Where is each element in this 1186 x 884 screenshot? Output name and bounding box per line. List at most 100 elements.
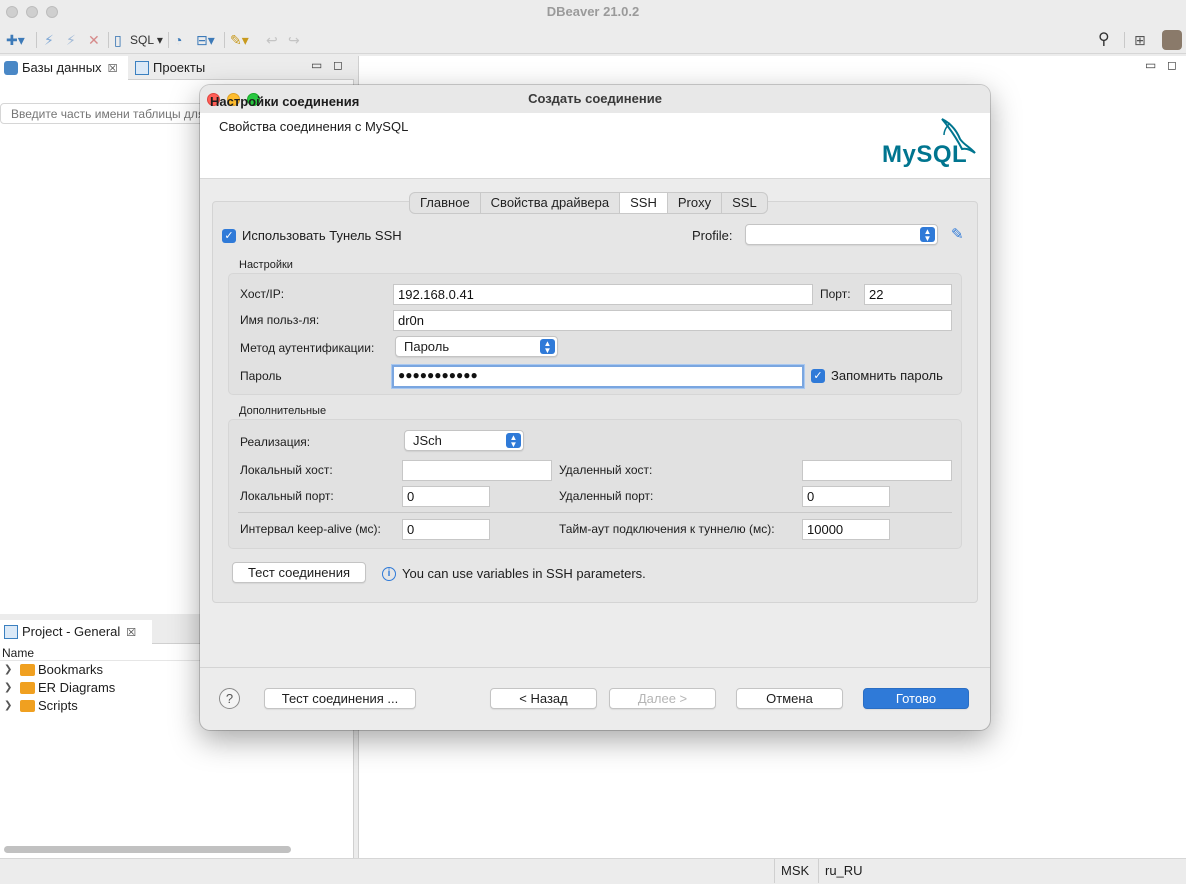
scripts-folder-icon [20,700,35,712]
local-host-input[interactable] [402,460,552,481]
tab-ssl[interactable]: SSL [721,193,767,213]
mysql-logo-text: MySQL [882,141,967,169]
chevron-right-icon[interactable]: ❯ [4,679,12,697]
new-connection-icon[interactable]: ✚▾ [6,31,25,49]
dbeaver-perspective-icon[interactable] [1162,30,1182,50]
remote-port-label: Удаленный порт: [559,489,654,503]
remote-host-label: Удаленный хост: [559,463,653,477]
remember-password-label: Запомнить пароль [831,368,943,383]
maximize-view-icon[interactable]: ◻ [333,58,343,72]
ssh-variables-info: You can use variables in SSH parameters. [402,566,646,581]
auth-method-label: Метод аутентификации: [240,341,375,355]
dashboard-icon[interactable]: ◔ [174,31,182,49]
password-label: Пароль [240,369,282,383]
open-perspective-icon[interactable]: ⊞ [1134,31,1146,49]
tools-icon[interactable]: ✎▾ [230,31,249,49]
use-ssh-tunnel-checkbox[interactable]: ✓ [222,229,236,243]
next-button[interactable]: Далее > [609,688,716,709]
chevron-right-icon[interactable]: ❯ [4,697,12,715]
navigator-tabbar: Базы данных ☒ Проекты ▭ ◻ [0,56,354,80]
use-ssh-tunnel-label: Использовать Тунель SSH [242,228,402,243]
forward-icon[interactable]: ↪ [288,31,300,49]
finish-button[interactable]: Готово [863,688,969,709]
connect-icon[interactable]: ⚡ [44,31,54,49]
settings-group-label: Настройки [239,259,293,271]
back-button[interactable]: < Назад [490,688,597,709]
toolbar-separator [1124,32,1125,48]
sql-button[interactable]: SQL ▾ [130,31,163,49]
chevron-updown-icon: ▲ ▼ [540,339,555,355]
minimize-editor-icon[interactable]: ▭ [1145,58,1156,72]
back-icon[interactable]: ↩ [266,31,278,49]
tab-driver-properties[interactable]: Свойства драйвера [479,193,619,213]
tab-main[interactable]: Главное [410,193,480,213]
create-connection-dialog: Создать соединение Настройки соединения … [200,85,990,730]
password-input[interactable]: ●●●●●●●●●●● [392,365,804,388]
divider [238,512,952,513]
tree-item-label: Scripts [38,698,78,713]
tab-projects-label: Проекты [153,60,206,75]
help-icon[interactable]: ? [219,688,240,709]
database-icon [4,61,18,75]
invalidate-icon[interactable]: ⚡ [66,31,76,49]
remember-password-checkbox[interactable]: ✓ [811,369,825,383]
implementation-value: JSch [413,433,442,448]
chevron-right-icon[interactable]: ❯ [4,661,12,679]
close-icon[interactable]: ☒ [108,63,118,75]
tunnel-timeout-input[interactable]: 10000 [802,519,890,540]
info-icon: i [382,567,396,581]
main-toolbar: ✚▾ ⚡ ⚡ ✕ ▯ SQL ▾ ◔ ⊟▾ ✎▾ ↩ ↪ ⚲ ⊞ [0,26,1186,54]
tab-databases-label: Базы данных [22,60,102,75]
search-icon[interactable]: ⚲ [1098,31,1110,49]
maximize-editor-icon[interactable]: ◻ [1167,58,1177,72]
mysql-logo-wordmark: MySQL [882,141,968,168]
host-input[interactable]: 192.168.0.41 [393,284,813,305]
transaction-icon[interactable]: ⊟▾ [196,31,215,49]
tunnel-timeout-label: Тайм-аут подключения к туннелю (мс): [559,522,775,536]
header-title: Настройки соединения [210,94,360,109]
host-label: Хост/IP: [240,287,285,301]
port-label: Порт: [820,287,851,301]
implementation-label: Реализация: [240,435,311,449]
horizontal-scrollbar[interactable] [4,846,291,853]
status-locale: ru_RU [818,859,869,883]
chevron-updown-icon: ▲ ▼ [920,227,935,243]
keepalive-input[interactable]: 0 [402,519,490,540]
advanced-group-label: Дополнительные [239,405,327,417]
status-bar: MSK ru_RU [0,858,1186,884]
remote-port-input[interactable]: 0 [802,486,890,507]
username-label: Имя польз-ля: [240,313,320,327]
tab-proxy[interactable]: Proxy [666,193,721,213]
implementation-select[interactable]: JSch ▲ ▼ [404,430,524,451]
chevron-updown-icon: ▲ ▼ [506,433,521,449]
status-timezone: MSK [774,859,815,883]
local-port-input[interactable]: 0 [402,486,490,507]
disconnect-icon[interactable]: ✕ [88,31,100,49]
er-diagrams-folder-icon [20,682,35,694]
auth-method-select[interactable]: Пароль ▲ ▼ [395,336,558,357]
tab-project-general[interactable]: Project - General ☒ [0,620,152,644]
remote-host-input[interactable] [802,460,952,481]
mysql-logo: MySQL [880,117,984,175]
edit-profile-pencil-icon[interactable]: ✎ [951,225,964,243]
navigator-filter-input[interactable] [0,103,220,124]
header-subtitle: Свойства соединения с MySQL [219,119,409,134]
username-input[interactable]: dr0n [393,310,952,331]
toolbar-separator [168,32,169,48]
projects-icon [135,61,149,75]
port-input[interactable]: 22 [864,284,952,305]
tab-ssh[interactable]: SSH [619,193,667,213]
toolbar-separator [36,32,37,48]
tab-projects[interactable]: Проекты [131,56,281,80]
tab-databases[interactable]: Базы данных ☒ [0,56,128,80]
profile-select[interactable]: ▲ ▼ [745,224,938,245]
minimize-view-icon[interactable]: ▭ [311,58,322,72]
sql-label: SQL [130,33,154,47]
cancel-button[interactable]: Отмена [736,688,843,709]
connection-tabs: Главное Свойства драйвера SSH Proxy SSL [409,192,768,214]
profile-label: Profile: [692,228,733,243]
test-connection-button[interactable]: Тест соединения ... [264,688,416,709]
ssh-test-connection-button[interactable]: Тест соединения [232,562,366,583]
sql-editor-icon[interactable]: ▯ [114,31,122,49]
close-icon[interactable]: ☒ [126,627,136,639]
